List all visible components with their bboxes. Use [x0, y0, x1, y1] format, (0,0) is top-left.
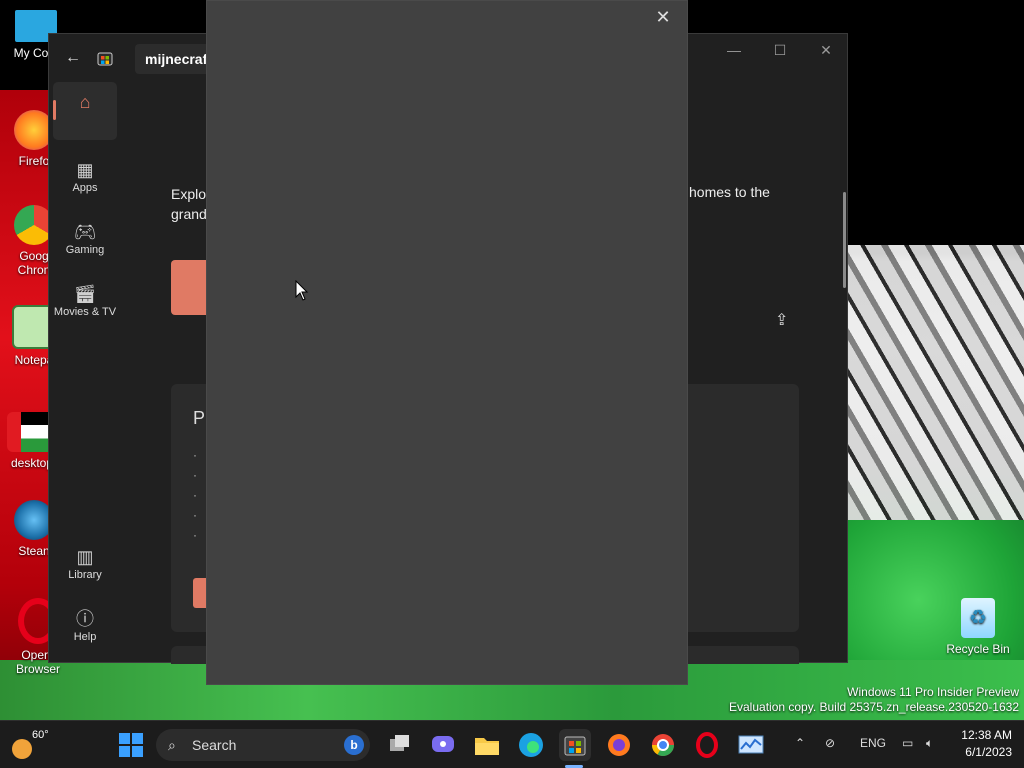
window-close-button[interactable]: ✕	[811, 42, 841, 62]
bing-icon[interactable]: b	[344, 735, 364, 755]
resource-monitor-button[interactable]	[735, 729, 767, 761]
start-button[interactable]	[115, 729, 147, 761]
edge-icon	[519, 733, 543, 757]
opera-taskbar-button[interactable]	[691, 729, 723, 761]
network-offline-icon[interactable]: ⊘	[825, 736, 835, 750]
product-description-tail: homes to the	[689, 184, 770, 200]
firefox-taskbar-button[interactable]	[603, 729, 635, 761]
search-icon: ⌕	[168, 737, 176, 753]
opera-icon	[696, 732, 718, 758]
dialog-close-button[interactable]: ✕	[653, 7, 673, 27]
desktop-icon-recycle-bin[interactable]: ♻ Recycle Bin	[942, 598, 1014, 656]
task-view-icon	[390, 735, 409, 751]
product-description: Explor grand	[171, 186, 211, 222]
volume-icon[interactable]: 🔈︎	[926, 736, 933, 751]
home-icon: ⌂	[79, 92, 91, 112]
monitor-chart-icon	[738, 735, 764, 754]
blank-dialog: ✕	[206, 0, 688, 685]
clapperboard-icon: 🎬︎	[73, 284, 97, 304]
folder-icon	[475, 738, 499, 755]
nav-movies-tv[interactable]: 🎬︎ Movies & TV	[53, 274, 117, 332]
task-view-button[interactable]	[384, 729, 416, 761]
chat-button[interactable]	[427, 729, 459, 761]
taskbar: 60° ⌕ Search b ⌃ ⊘ ENG ▭ 🔈︎ 12:38 AM 6/1…	[0, 720, 1024, 768]
taskbar-search[interactable]: ⌕ Search b	[156, 729, 370, 761]
chat-icon	[432, 736, 454, 752]
system-clock[interactable]: 12:38 AM 6/1/2023	[961, 727, 1012, 761]
nav-library[interactable]: ▥ Library	[53, 537, 117, 595]
chrome-icon	[652, 734, 674, 756]
store-logo-icon	[97, 50, 113, 66]
firefox-icon	[608, 734, 630, 756]
weather-sun-icon	[12, 739, 32, 759]
calligraphy-art	[848, 245, 1024, 520]
share-icon[interactable]: ⇪	[775, 310, 788, 330]
apps-icon: ▦	[76, 160, 94, 180]
library-icon: ▥	[76, 547, 94, 567]
gamepad-icon: 🎮︎	[73, 222, 97, 242]
nav-home[interactable]: ⌂	[53, 82, 117, 140]
recycle-bin-icon: ♻	[961, 598, 995, 638]
edge-button[interactable]	[515, 729, 547, 761]
back-button[interactable]: ←	[63, 48, 83, 68]
weather-widget[interactable]: 60°	[10, 725, 60, 765]
nav-help[interactable]: ⓘ Help	[53, 599, 117, 657]
vertical-scrollbar[interactable]	[843, 192, 846, 288]
language-indicator[interactable]: ENG	[860, 736, 886, 750]
minimize-button[interactable]: —	[719, 42, 749, 62]
nav-apps[interactable]: ▦ Apps	[53, 150, 117, 208]
windows-watermark: Windows 11 Pro Insider Preview Evaluatio…	[729, 685, 1019, 714]
store-icon	[564, 736, 586, 756]
maximize-button[interactable]: ☐	[765, 42, 795, 62]
get-button[interactable]	[171, 260, 211, 315]
file-explorer-button[interactable]	[471, 729, 503, 761]
store-sidebar: ⌂ ▦ Apps 🎮︎ Gaming 🎬︎ Movies & TV ▥ Libr…	[49, 82, 121, 662]
help-icon: ⓘ	[76, 609, 94, 629]
display-icon[interactable]: ▭	[902, 736, 913, 750]
show-hidden-icons-button[interactable]: ⌃	[795, 736, 805, 750]
windows-logo-icon	[119, 733, 143, 757]
nav-gaming[interactable]: 🎮︎ Gaming	[53, 212, 117, 270]
store-taskbar-button[interactable]	[559, 729, 591, 761]
chrome-taskbar-button[interactable]	[647, 729, 679, 761]
